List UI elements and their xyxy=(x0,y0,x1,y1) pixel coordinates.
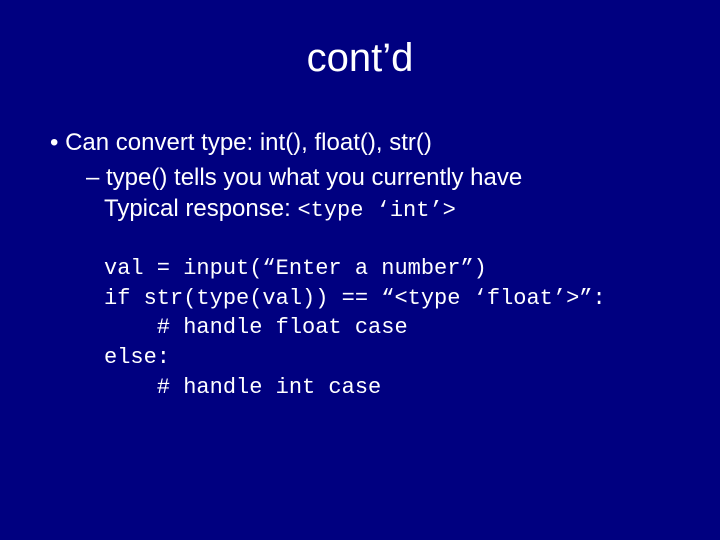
code-block: val = input(“Enter a number”) if str(typ… xyxy=(42,254,690,402)
response-label: Typical response: xyxy=(104,195,297,222)
slide: cont’d Can convert type: int(), float(),… xyxy=(0,0,720,540)
bullet-level-1: Can convert type: int(), float(), str() xyxy=(42,127,690,158)
response-code: <type ‘int’> xyxy=(297,198,455,223)
bullet-level-2-continuation: Typical response: <type ‘int’> xyxy=(42,193,690,226)
slide-title: cont’d xyxy=(0,0,720,123)
slide-body: Can convert type: int(), float(), str() … xyxy=(0,127,720,402)
bullet-level-2: type() tells you what you currently have xyxy=(42,162,690,193)
